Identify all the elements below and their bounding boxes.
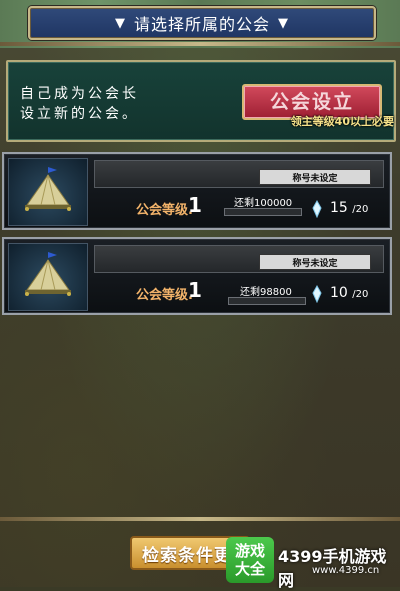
header-divider <box>0 42 400 46</box>
member-count: 10 <box>330 285 348 301</box>
watermark-badge-line2: 大全 <box>234 560 265 578</box>
header-left-arrow: ▼ <box>114 15 126 31</box>
watermark-badge: 游戏 大全 <box>226 537 274 583</box>
guild-card-2[interactable]: 称号未设定 公会等级. 1 还剩98800 10 /20 <box>2 237 392 315</box>
create-line-2: 设立新的公会。 <box>20 106 139 122</box>
tent-emblem-icon <box>25 252 71 296</box>
create-requirement: 领主等级40以上必要 <box>290 115 394 128</box>
guild-emblem <box>8 243 88 311</box>
member-count: 15 <box>330 200 348 216</box>
member-capacity: /20 <box>352 204 369 215</box>
guild-level-label: 公会等级. <box>136 288 193 303</box>
bottom-divider <box>0 517 400 521</box>
member-capacity: /20 <box>352 289 369 300</box>
guild-level-label: 公会等级. <box>136 203 193 218</box>
member-icon <box>312 200 322 218</box>
watermark-badge-line1: 游戏 <box>234 542 265 560</box>
watermark-url: www.4399.cn <box>312 565 380 576</box>
guild-select-header[interactable]: ▼ 请选择所属的公会 ▼ <box>28 6 376 40</box>
guild-card-1[interactable]: 称号未设定 公会等级. 1 还剩100000 15 /20 <box>2 152 392 230</box>
guild-members: 15 /20 <box>330 200 368 216</box>
watermark: 游戏 大全 4399手机游戏网 www.4399.cn <box>226 537 396 590</box>
header-title: 请选择所属的公会 <box>133 15 270 34</box>
guild-remain: 还剩100000 <box>234 194 292 209</box>
guild-title-tag: 称号未设定 <box>259 254 371 270</box>
guild-emblem <box>8 158 88 226</box>
create-guild-description: 自己成为公会长 设立新的公会。 <box>20 84 139 124</box>
guild-level-value: 1 <box>188 193 202 217</box>
guild-title-tag: 称号未设定 <box>259 169 371 185</box>
guild-remain-bar <box>228 297 306 305</box>
header-right-arrow: ▼ <box>278 15 289 31</box>
guild-name-bar: 称号未设定 <box>94 160 384 188</box>
guild-level-value: 1 <box>188 278 202 302</box>
guild-name-bar: 称号未设定 <box>94 245 384 273</box>
member-icon <box>312 285 322 303</box>
guild-remain-bar <box>224 208 302 216</box>
create-line-1: 自己成为公会长 <box>20 86 139 102</box>
guild-members: 10 /20 <box>330 285 368 301</box>
create-guild-panel: 自己成为公会长 设立新的公会。 公会设立 <box>6 60 396 142</box>
guild-remain: 还剩98800 <box>240 283 292 298</box>
tent-emblem-icon <box>25 167 71 211</box>
